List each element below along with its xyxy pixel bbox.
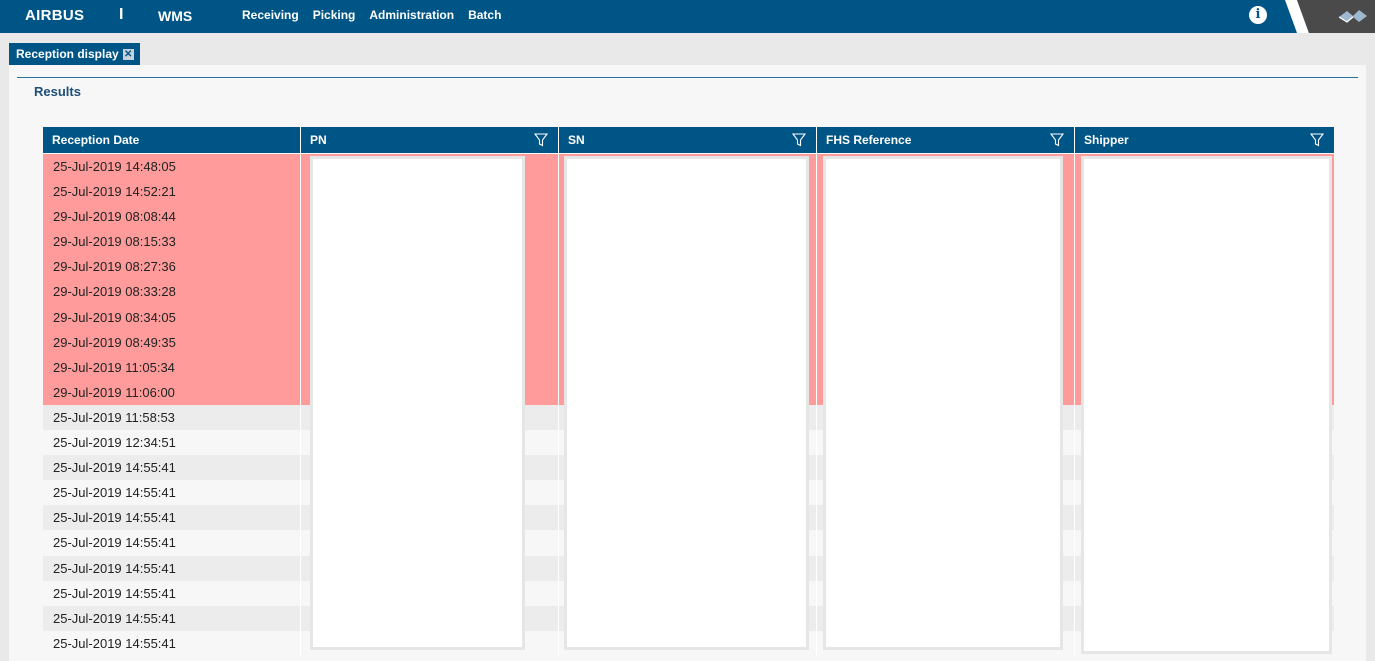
reception-date-cell: 25-Jul-2019 14:48:05: [43, 154, 301, 180]
column-header-fhs-reference[interactable]: FHS Reference: [817, 127, 1075, 153]
column-label: PN: [310, 133, 327, 147]
reception-date-cell: 29-Jul-2019 08:34:05: [43, 304, 301, 330]
reception-date-cell: 29-Jul-2019 08:33:28: [43, 279, 301, 305]
menu-receiving[interactable]: Receiving: [242, 8, 299, 22]
reception-date-cell: 25-Jul-2019 11:58:53: [43, 404, 301, 431]
reception-date-cell: 25-Jul-2019 14:55:41: [43, 455, 301, 481]
menu-picking[interactable]: Picking: [313, 8, 356, 22]
reception-date-cell: 29-Jul-2019 08:49:35: [43, 329, 301, 355]
filter-icon[interactable]: [534, 133, 548, 147]
filter-icon[interactable]: [792, 133, 806, 147]
tab-reception-display[interactable]: Reception display ✕: [9, 43, 140, 65]
pn-column-overlay: [310, 156, 525, 650]
reception-date-cell: 25-Jul-2019 14:55:41: [43, 605, 301, 631]
info-icon[interactable]: i: [1249, 6, 1267, 24]
reception-date-cell: 25-Jul-2019 14:55:41: [43, 530, 301, 556]
main-menu: Receiving Picking Administration Batch: [242, 8, 501, 22]
panel-divider: [17, 77, 1358, 78]
column-header-pn[interactable]: PN: [301, 127, 559, 153]
reception-date-cell: 29-Jul-2019 08:27:36: [43, 254, 301, 280]
column-label: Shipper: [1084, 133, 1129, 147]
menu-batch[interactable]: Batch: [468, 8, 501, 22]
column-header-sn[interactable]: SN: [559, 127, 817, 153]
column-header-shipper[interactable]: Shipper: [1075, 127, 1334, 153]
column-label: FHS Reference: [826, 133, 912, 147]
menu-administration[interactable]: Administration: [369, 8, 454, 22]
column-label: SN: [568, 133, 585, 147]
results-title: Results: [34, 84, 81, 99]
filter-icon[interactable]: [1050, 133, 1064, 147]
reception-date-cell: 29-Jul-2019 11:06:00: [43, 379, 301, 405]
reception-date-cell: 25-Jul-2019 12:34:51: [43, 430, 301, 456]
reception-date-cell: 29-Jul-2019 11:05:34: [43, 354, 301, 380]
column-header-reception-date[interactable]: Reception Date: [43, 127, 301, 153]
reception-date-cell: 29-Jul-2019 08:08:44: [43, 204, 301, 230]
reception-date-cell: 25-Jul-2019 14:55:41: [43, 555, 301, 581]
reception-date-cell: 25-Jul-2019 14:55:41: [43, 505, 301, 531]
column-label: Reception Date: [52, 133, 140, 147]
app-name: WMS: [158, 8, 193, 24]
fhs-column-overlay: [823, 156, 1063, 650]
reception-date-cell: 25-Jul-2019 14:55:41: [43, 480, 301, 506]
top-navigation-bar: AIRBUS I WMS Receiving Picking Administr…: [0, 0, 1375, 33]
reception-date-cell: 25-Jul-2019 14:52:21: [43, 179, 301, 205]
close-icon[interactable]: ✕: [122, 48, 134, 60]
reception-date-cell: 25-Jul-2019 14:55:41: [43, 580, 301, 606]
company-logo: [1285, 0, 1375, 33]
filter-icon[interactable]: [1310, 133, 1324, 147]
reception-date-cell: 29-Jul-2019 08:15:33: [43, 229, 301, 255]
brand-logo: AIRBUS: [25, 7, 85, 24]
sn-column-overlay: [564, 156, 809, 650]
tab-label: Reception display: [16, 47, 119, 61]
brand-separator: I: [119, 6, 124, 23]
grid-header: Reception Date PN SN FHS Reference Shipp…: [43, 127, 1334, 153]
shipper-column-overlay: [1081, 156, 1332, 654]
reception-date-cell: 25-Jul-2019 14:55:41: [43, 630, 301, 656]
